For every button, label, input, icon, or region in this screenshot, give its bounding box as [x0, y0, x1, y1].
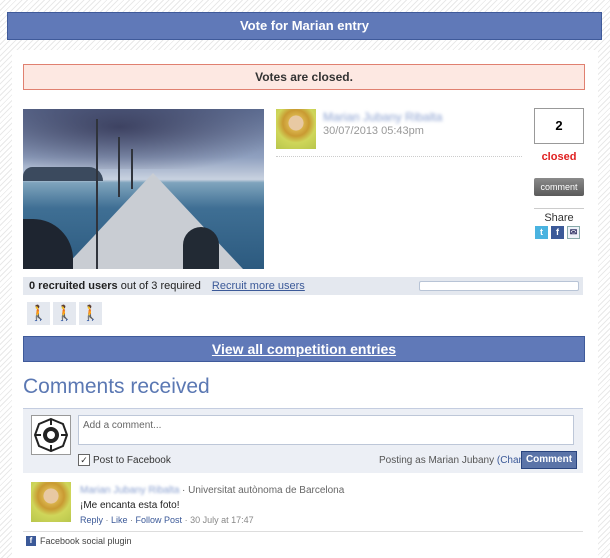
divider — [23, 531, 583, 532]
view-all-entries-button[interactable]: View all competition entries — [23, 336, 585, 362]
vote-count: 2 — [534, 108, 584, 144]
facebook-icon: f — [26, 536, 36, 546]
posting-as-text: Posting as Marian Jubany — [379, 455, 495, 466]
email-icon[interactable]: ✉ — [567, 226, 580, 239]
recruit-more-link[interactable]: Recruit more users — [212, 280, 305, 292]
like-link[interactable]: Like — [111, 515, 128, 525]
comment-composer: Add a comment... ✓ Post to Facebook Post… — [23, 408, 583, 473]
facebook-icon[interactable]: f — [551, 226, 564, 239]
follow-post-link[interactable]: Follow Post — [136, 515, 183, 525]
recruited-count: 0 recruited users — [29, 280, 118, 292]
post-to-facebook[interactable]: ✓ Post to Facebook — [78, 454, 171, 466]
twitter-icon[interactable]: t — [535, 226, 548, 239]
comment-button[interactable]: comment — [534, 178, 584, 196]
recruited-required: out of 3 required — [117, 280, 201, 292]
votes-closed-banner: Votes are closed. — [23, 64, 585, 90]
page-header: Vote for Marian entry — [7, 12, 602, 40]
user-slot-icon: 🚶 — [27, 302, 50, 325]
user-slot-icon: 🚶 — [53, 302, 76, 325]
comments-title: Comments received — [23, 375, 210, 398]
photo-rock — [183, 227, 219, 269]
recruit-bar: 0 recruited users out of 3 required Recr… — [23, 277, 583, 295]
commenter-affiliation: · Universitat autònoma de Barcelona — [182, 485, 345, 496]
comment-input[interactable]: Add a comment... — [78, 415, 574, 445]
divider — [276, 156, 522, 157]
share-label: Share — [544, 212, 574, 224]
entry-panel: Votes are closed. Marian Jubany Ribalta … — [12, 50, 598, 558]
comment-time: · 30 July at 17:47 — [184, 515, 254, 525]
photo-pole — [131, 149, 133, 189]
post-to-facebook-label: Post to Facebook — [93, 454, 171, 466]
reply-link[interactable]: Reply — [80, 515, 103, 525]
dharma-logo-icon — [33, 417, 69, 453]
entry-photo[interactable] — [23, 109, 264, 269]
facebook-plugin-credit[interactable]: f Facebook social plugin — [26, 536, 132, 546]
user-avatar[interactable] — [31, 415, 71, 455]
posting-as: Posting as Marian Jubany (Change) — [379, 455, 539, 466]
commenter-avatar[interactable] — [31, 482, 71, 522]
comment-actions: Reply · Like · Follow Post · 30 July at … — [80, 515, 254, 525]
post-to-facebook-checkbox[interactable]: ✓ — [78, 454, 90, 466]
author-avatar[interactable] — [276, 109, 316, 149]
submit-comment-button[interactable]: Comment — [521, 451, 577, 469]
recruit-slots: 🚶 🚶 🚶 — [27, 302, 102, 325]
author-name[interactable]: Marian Jubany Ribalta — [323, 110, 442, 124]
photo-pole — [96, 119, 98, 269]
plugin-label: Facebook social plugin — [40, 536, 132, 546]
entry-date: 30/07/2013 05:43pm — [323, 125, 424, 137]
vote-status: closed — [541, 151, 577, 163]
photo-pole — [118, 137, 120, 197]
comment-text: ¡Me encanta esta foto! — [80, 500, 180, 511]
divider — [534, 208, 584, 209]
recruit-progress-bar — [419, 281, 579, 291]
share-icons: t f ✉ — [535, 226, 580, 239]
commenter-name[interactable]: Marian Jubany Ribalta — [80, 485, 180, 496]
user-slot-icon: 🚶 — [79, 302, 102, 325]
photo-sky — [23, 109, 264, 169]
